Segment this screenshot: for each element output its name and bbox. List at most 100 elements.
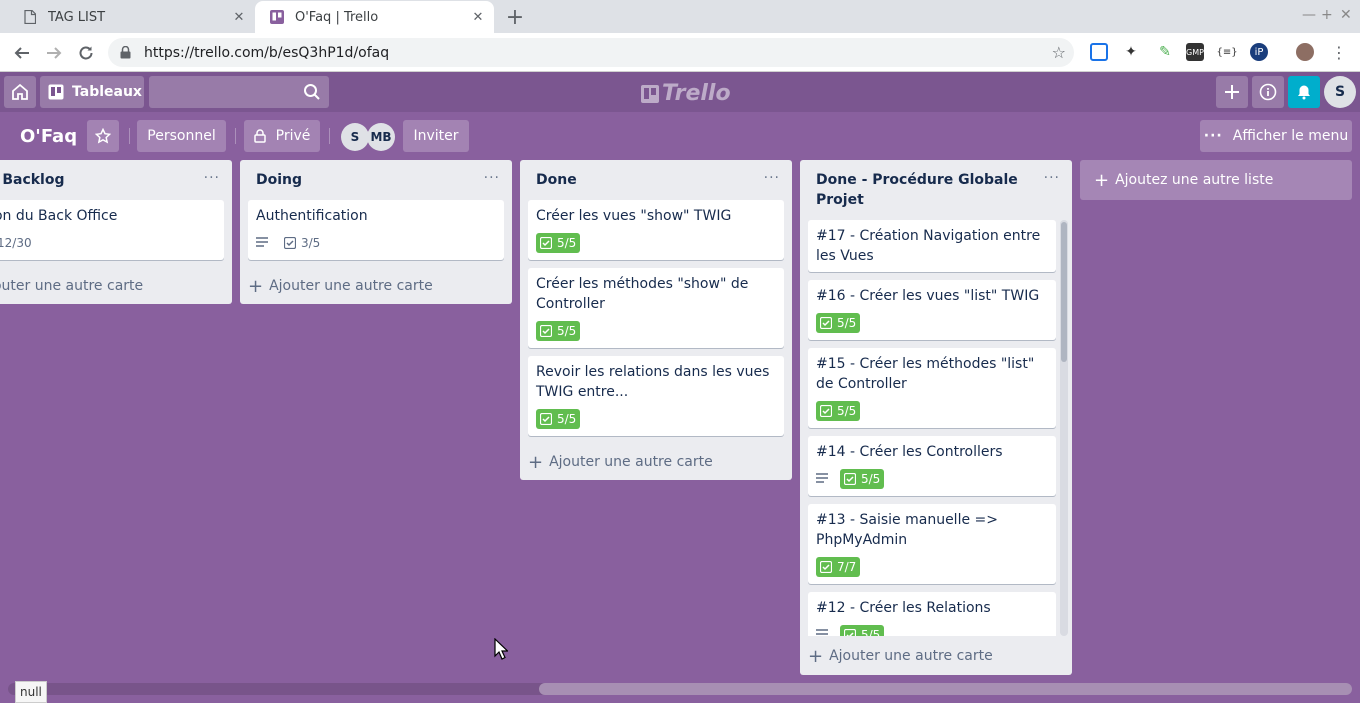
plus-icon [1225, 85, 1239, 99]
header-divider [129, 128, 130, 144]
close-tab-icon[interactable]: ✕ [468, 7, 488, 27]
list-menu-icon[interactable]: ··· [764, 170, 780, 186]
list-done-procedure: Done - Procédure Globale Projet ··· #17 … [800, 160, 1072, 675]
card-scroll-area[interactable]: #17 - Création Navigation entre les Vues… [800, 220, 1072, 636]
tab-title: O'Faq | Trello [295, 9, 379, 25]
checklist-count: 7/7 [837, 560, 857, 574]
reload-button[interactable] [74, 41, 98, 65]
add-card-button[interactable]: + Ajouter une autre carte [248, 272, 433, 300]
board-title[interactable]: O'Faq [20, 126, 77, 147]
list-card[interactable]: Authentification 3/5 [248, 200, 504, 260]
close-window-icon[interactable]: ✕ [1340, 7, 1352, 23]
list-menu-icon[interactable]: ··· [1044, 170, 1060, 186]
list-card[interactable]: Créer les méthodes "show" de Controller … [528, 268, 784, 348]
back-button[interactable] [10, 41, 34, 65]
forward-button[interactable] [42, 41, 66, 65]
extension-json-icon[interactable]: {≡} [1216, 43, 1237, 61]
list-card[interactable]: #14 - Créer les Controllers 5/5 [808, 436, 1056, 496]
list-title[interactable]: int Backlog [0, 160, 232, 198]
extension-dropper-icon[interactable]: ✎ [1156, 43, 1174, 61]
browser-menu-icon[interactable]: ⋮ [1330, 43, 1348, 62]
checklist-icon [540, 325, 552, 337]
browser-toolbar: https://trello.com/b/esQ3hP1d/ofaq ☆ ✦ ✎… [0, 33, 1360, 72]
bookmark-star-icon[interactable]: ☆ [1052, 43, 1066, 62]
maximize-window-icon[interactable]: + [1321, 7, 1333, 23]
extension-cat-icon[interactable]: ✦ [1122, 43, 1140, 61]
invite-button[interactable]: Inviter [403, 120, 469, 152]
notifications-button[interactable] [1288, 76, 1320, 108]
boards-icon [48, 84, 64, 100]
list-card[interactable]: #12 - Créer les Relations 5/5 [808, 592, 1056, 636]
trello-favicon-icon [269, 9, 285, 25]
info-button[interactable] [1252, 76, 1284, 108]
tab-title: TAG LIST [48, 9, 106, 25]
checklist-count: 5/5 [557, 324, 577, 338]
scrollbar-thumb[interactable] [1061, 222, 1067, 362]
checklist-badge: 3/5 [280, 233, 324, 253]
list-card[interactable]: Revoir les relations dans les vues TWIG … [528, 356, 784, 436]
description-icon [816, 625, 828, 636]
board-horizontal-scrollbar[interactable] [8, 683, 1352, 695]
extension-gmp-icon[interactable]: GMP [1186, 43, 1204, 61]
checklist-count: 5/5 [861, 472, 881, 486]
checklist-badge: 12/30 [0, 233, 36, 253]
plus-icon: + [248, 275, 264, 297]
add-list-button[interactable]: + Ajoutez une autre liste [1080, 160, 1352, 200]
checklist-badge-complete: 5/5 [536, 321, 581, 341]
description-icon [816, 469, 828, 489]
checklist-badge-complete: 5/5 [536, 409, 581, 429]
add-card-button[interactable]: + Ajouter une autre carte [528, 448, 713, 476]
user-avatar[interactable]: S [1324, 76, 1356, 108]
show-menu-button[interactable]: ··· Afficher le menu [1200, 120, 1352, 152]
list-title[interactable]: Done - Procédure Globale Projet [800, 160, 1072, 218]
checklist-badge-complete: 5/5 [840, 625, 885, 636]
trello-header: Tableaux Trello S [0, 72, 1360, 112]
add-card-button[interactable]: + jouter une autre carte [0, 272, 143, 300]
list-card[interactable]: Créer les vues "show" TWIG 5/5 [528, 200, 784, 260]
new-tab-button[interactable]: + [503, 5, 527, 30]
home-button[interactable] [4, 76, 36, 108]
list-card[interactable]: #13 - Saisie manuelle => PhpMyAdmin 7/7 [808, 504, 1056, 584]
member-avatar-s[interactable]: S [341, 123, 369, 151]
list-menu-icon[interactable]: ··· [484, 170, 500, 186]
create-button[interactable] [1216, 76, 1248, 108]
checklist-badge-complete: 5/5 [816, 401, 861, 421]
profile-avatar[interactable] [1296, 43, 1314, 61]
list-card[interactable]: #17 - Création Navigation entre les Vues [808, 220, 1056, 272]
card-title: #16 - Créer les vues "list" TWIG [816, 288, 1040, 304]
checklist-count: 5/5 [557, 412, 577, 426]
list-menu-icon[interactable]: ··· [204, 170, 220, 186]
checklist-count: 12/30 [0, 236, 32, 250]
star-board-button[interactable] [87, 120, 119, 152]
browser-tab-tag-list[interactable]: TAG LIST ✕ [8, 1, 255, 33]
team-button[interactable]: Personnel [137, 120, 226, 152]
browser-tab-trello[interactable]: O'Faq | Trello ✕ [255, 1, 494, 33]
plus-icon: + [528, 451, 544, 473]
minimize-window-icon[interactable]: — [1302, 7, 1316, 23]
add-card-label: jouter une autre carte [0, 278, 144, 294]
list-title[interactable]: Done [520, 160, 792, 198]
extension-ip-icon[interactable]: iP [1250, 43, 1268, 61]
checklist-icon [820, 561, 832, 573]
search-input[interactable] [149, 76, 329, 108]
list-card[interactable]: #16 - Créer les vues "list" TWIG 5/5 [808, 280, 1056, 340]
trello-logo[interactable]: Trello [641, 81, 731, 106]
scrollbar-thumb[interactable] [539, 683, 1352, 695]
member-avatar-mb[interactable]: MB [367, 123, 395, 151]
list-title[interactable]: Doing [240, 160, 512, 198]
add-card-label: Ajouter une autre carte [829, 648, 993, 664]
trello-logo-text: Trello [662, 81, 731, 106]
address-bar[interactable]: https://trello.com/b/esQ3hP1d/ofaq ☆ [108, 38, 1074, 67]
extension-square-icon[interactable] [1090, 43, 1108, 61]
checklist-count: 5/5 [861, 628, 881, 636]
card-title: Authentification [256, 208, 368, 224]
close-tab-icon[interactable]: ✕ [229, 7, 249, 27]
header-divider [235, 128, 236, 144]
list-vertical-scrollbar[interactable] [1060, 220, 1068, 636]
list-card[interactable]: ation du Back Office 12/30 [0, 200, 224, 260]
checklist-badge-complete: 5/5 [816, 313, 861, 333]
visibility-button[interactable]: Privé [244, 120, 320, 152]
list-card[interactable]: #15 - Créer les méthodes "list" de Contr… [808, 348, 1056, 428]
boards-button[interactable]: Tableaux [40, 76, 144, 108]
add-card-button[interactable]: + Ajouter une autre carte [808, 642, 993, 670]
